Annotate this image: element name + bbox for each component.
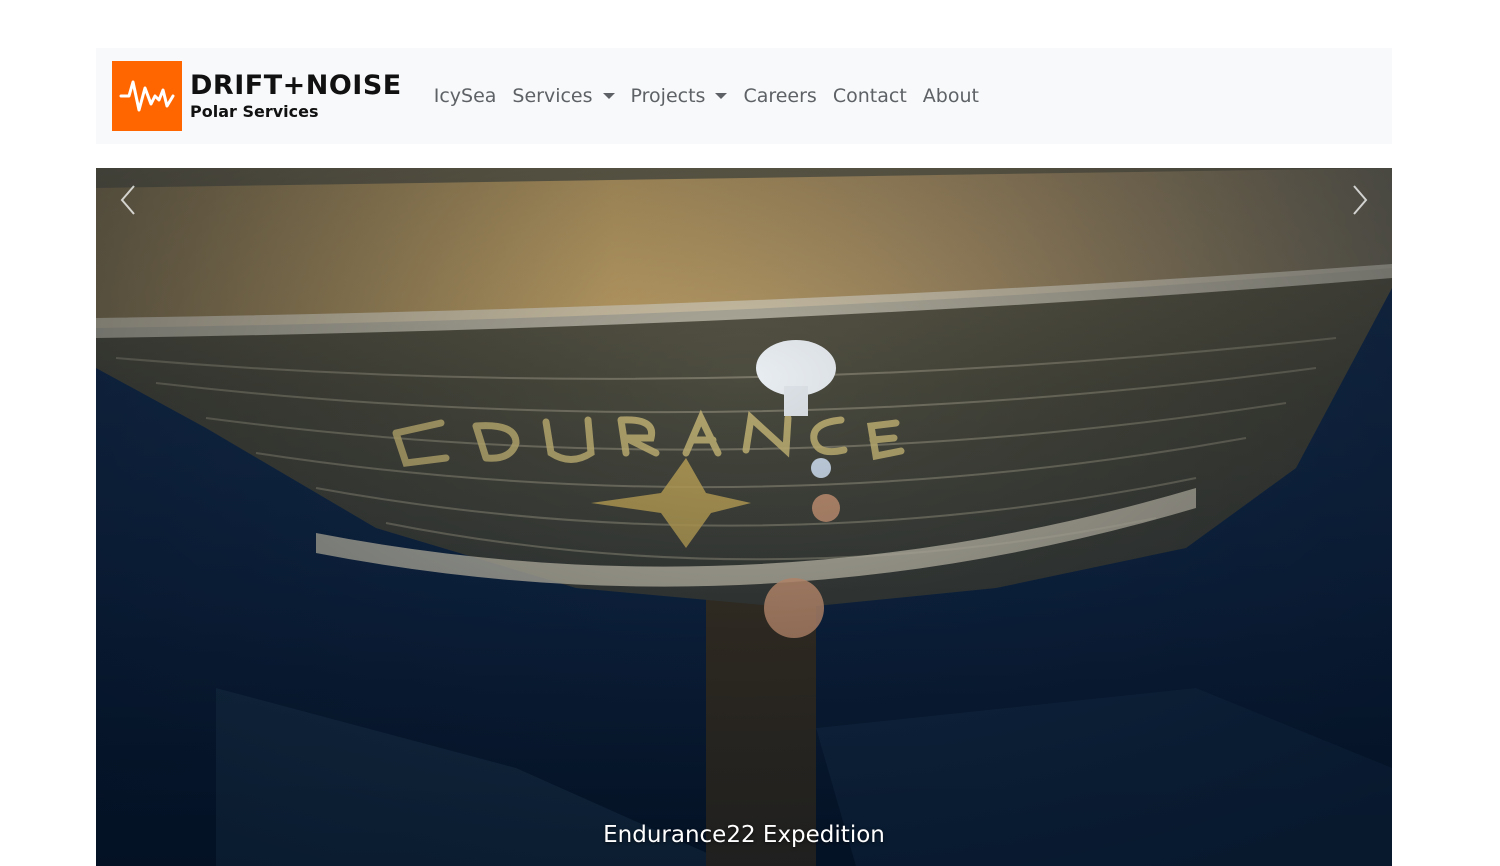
nav-item-projects[interactable]: Projects [623,77,736,115]
hero-carousel: Endurance22 Expedition [96,168,1392,866]
navbar: DRIFT+NOISE Polar Services IcySea Servic… [96,48,1392,144]
nav-item-careers[interactable]: Careers [735,77,824,115]
waveform-icon [112,61,182,131]
carousel-prev-button[interactable] [96,168,160,232]
brand-subtitle: Polar Services [190,102,319,121]
chevron-right-icon [1353,185,1368,215]
nav-item-label: Careers [743,85,817,107]
nav-links: IcySea Services Projects Careers Contact… [426,77,987,115]
carousel-caption: Endurance22 Expedition [603,822,885,848]
nav-item-label: Contact [832,85,907,107]
brand-name: DRIFT+NOISE [190,70,402,101]
nav-item-label: IcySea [433,85,497,107]
nav-item-about[interactable]: About [915,77,987,115]
brand-link[interactable]: DRIFT+NOISE Polar Services [112,61,402,131]
nav-item-services[interactable]: Services [504,77,622,115]
chevron-left-icon [120,185,135,215]
nav-item-contact[interactable]: Contact [825,77,915,115]
caret-down-icon [715,93,728,99]
nav-item-label: About [922,85,979,107]
nav-item-label: Projects [630,85,706,107]
nav-item-icysea[interactable]: IcySea [426,77,505,115]
shipwreck-stern-photo [96,168,1392,866]
caret-down-icon [602,93,615,99]
brand-text: DRIFT+NOISE Polar Services [190,72,402,120]
nav-item-label: Services [512,85,593,107]
carousel-next-button[interactable] [1328,168,1392,232]
